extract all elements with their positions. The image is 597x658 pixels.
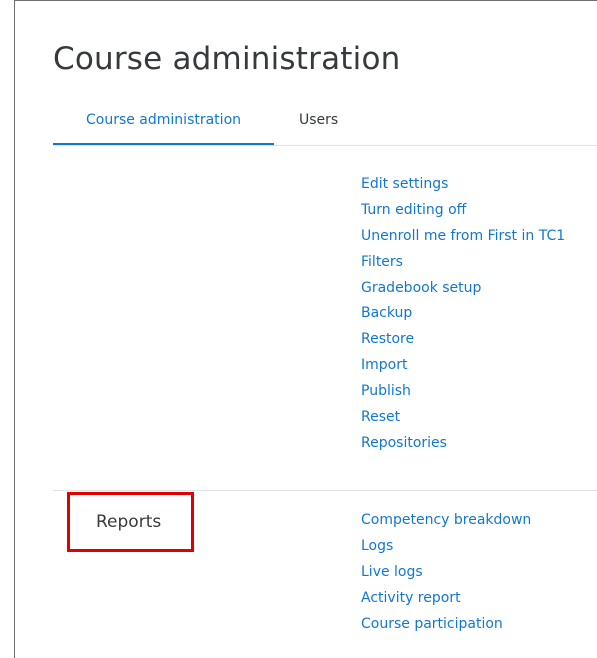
tab-bar: Course administration Users — [53, 104, 597, 148]
gradebook-setup-link[interactable]: Gradebook setup — [361, 276, 565, 302]
reports-highlight-box — [67, 492, 194, 552]
repositories-link[interactable]: Repositories — [361, 431, 565, 457]
turn-editing-off-link[interactable]: Turn editing off — [361, 198, 565, 224]
tab-course-administration[interactable]: Course administration — [53, 112, 274, 128]
publish-link[interactable]: Publish — [361, 379, 565, 405]
edit-settings-link[interactable]: Edit settings — [361, 172, 565, 198]
competency-breakdown-link[interactable]: Competency breakdown — [361, 508, 531, 534]
filters-link[interactable]: Filters — [361, 250, 565, 276]
backup-link[interactable]: Backup — [361, 301, 565, 327]
unenroll-link[interactable]: Unenroll me from First in TC1 — [361, 224, 565, 250]
activity-report-link[interactable]: Activity report — [361, 586, 531, 612]
left-margin — [0, 0, 14, 658]
tab-users[interactable]: Users — [299, 112, 338, 128]
logs-link[interactable]: Logs — [361, 534, 531, 560]
frame-top-border — [14, 0, 597, 1]
course-participation-link[interactable]: Course participation — [361, 612, 531, 638]
course-settings-links: Edit settings Turn editing off Unenroll … — [361, 172, 565, 457]
page-title: Course administration — [53, 41, 401, 77]
reports-links: Competency breakdown Logs Live logs Acti… — [361, 508, 531, 637]
live-logs-link[interactable]: Live logs — [361, 560, 531, 586]
import-link[interactable]: Import — [361, 353, 565, 379]
frame-left-border — [14, 0, 15, 658]
restore-link[interactable]: Restore — [361, 327, 565, 353]
tab-bar-divider — [53, 145, 597, 146]
section-divider — [53, 490, 597, 491]
reset-link[interactable]: Reset — [361, 405, 565, 431]
